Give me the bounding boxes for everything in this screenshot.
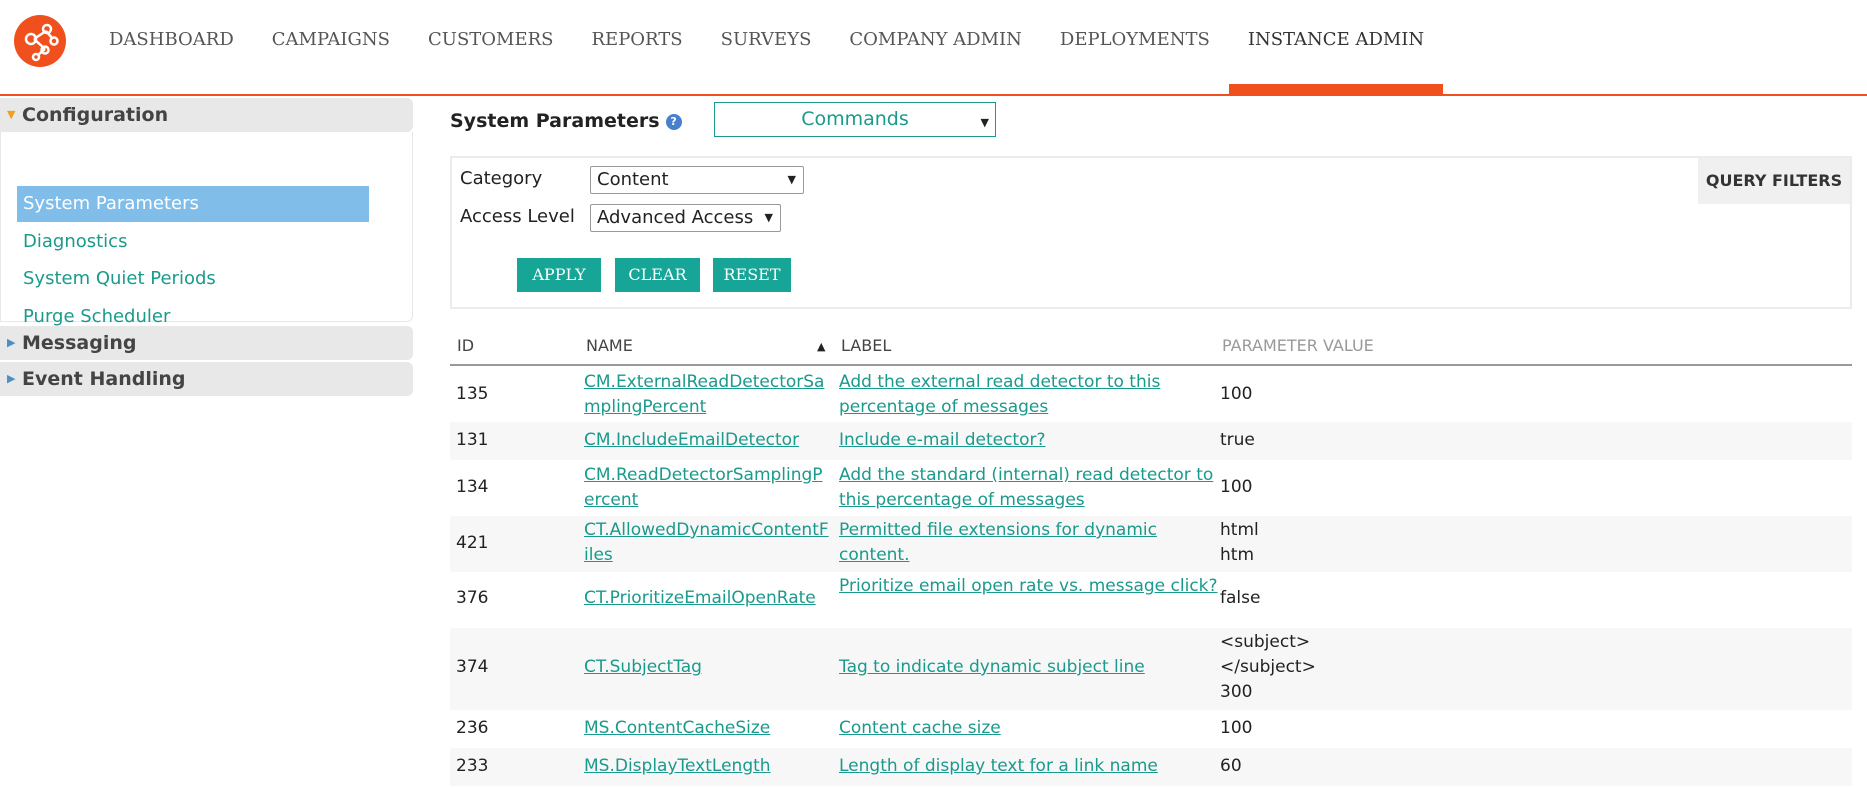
clear-button[interactable]: CLEAR: [615, 258, 700, 292]
nav-company-admin[interactable]: COMPANY ADMIN: [830, 0, 1041, 94]
row-name-link[interactable]: MS.DisplayTextLength: [584, 754, 830, 779]
row-label-link[interactable]: Permitted file extensions for dynamic co…: [839, 518, 1221, 568]
help-icon[interactable]: ?: [665, 113, 682, 130]
table-row: 131 CM.IncludeEmailDetector Include e-ma…: [450, 422, 1852, 460]
row-id: 134: [456, 477, 489, 497]
row-value: 100: [1220, 477, 1253, 497]
row-name-link[interactable]: CT.SubjectTag: [584, 655, 830, 680]
sidebar-section-event-handling[interactable]: ▶ Event Handling: [0, 362, 413, 396]
commands-dropdown[interactable]: Commands ▼: [714, 102, 996, 137]
sidebar-section-title: Messaging: [22, 332, 137, 354]
nav-instance-admin[interactable]: INSTANCE ADMIN: [1228, 0, 1444, 94]
table-row: 376 CT.PrioritizeEmailOpenRate Prioritiz…: [450, 572, 1852, 628]
row-name-link[interactable]: CT.AllowedDynamicContentFiles: [584, 518, 830, 568]
row-value: false: [1220, 588, 1261, 608]
row-value: 100: [1220, 718, 1253, 738]
query-filters-panel: QUERY FILTERS Category Content ▼ Access …: [450, 156, 1852, 309]
nav-dashboard[interactable]: DASHBOARD: [90, 0, 253, 94]
row-label-link[interactable]: Content cache size: [839, 716, 1221, 741]
top-navigation-bar: DASHBOARD CAMPAIGNS CUSTOMERS REPORTS SU…: [0, 0, 1867, 96]
table-row: 134 CM.ReadDetectorSamplingPercent Add t…: [450, 460, 1852, 516]
sidebar-item-system-quiet-periods[interactable]: System Quiet Periods: [23, 268, 216, 289]
column-header-parameter-value[interactable]: PARAMETER VALUE: [1222, 332, 1374, 360]
caret-down-icon: ▼: [980, 116, 989, 129]
row-name-link[interactable]: CT.PrioritizeEmailOpenRate: [584, 586, 830, 611]
configuration-items: System Parameters Diagnostics System Qui…: [0, 132, 413, 327]
access-level-select[interactable]: Advanced Access ▼: [590, 204, 781, 232]
table-header: ID NAME ▲ LABEL PARAMETER VALUE: [450, 332, 1852, 366]
query-filters-toggle[interactable]: QUERY FILTERS: [1698, 158, 1850, 204]
nav-campaigns[interactable]: CAMPAIGNS: [253, 0, 409, 94]
sidebar-section-messaging[interactable]: ▶ Messaging: [0, 326, 413, 360]
table-row: 135 CM.ExternalReadDetectorSamplingPerce…: [450, 368, 1852, 422]
reset-button[interactable]: RESET: [713, 258, 791, 292]
row-label-link[interactable]: Add the external read detector to this p…: [839, 370, 1221, 420]
row-id: 131: [456, 430, 489, 450]
nav-surveys[interactable]: SURVEYS: [702, 0, 831, 94]
sidebar-item-diagnostics[interactable]: Diagnostics: [23, 231, 127, 252]
row-name-link[interactable]: CM.ExternalReadDetectorSamplingPercent: [584, 370, 830, 420]
row-label-link[interactable]: Include e-mail detector?: [839, 428, 1221, 453]
row-label-link[interactable]: Tag to indicate dynamic subject line: [839, 655, 1221, 680]
table-row: 421 CT.AllowedDynamicContentFiles Permit…: [450, 516, 1852, 572]
category-label: Category: [460, 168, 543, 189]
sidebar-item-system-parameters[interactable]: System Parameters: [17, 186, 369, 222]
sort-ascending-icon[interactable]: ▲: [817, 340, 825, 353]
app-logo-icon[interactable]: [14, 15, 66, 67]
row-value: true: [1220, 430, 1255, 450]
row-id: 374: [456, 657, 489, 677]
row-id: 421: [456, 533, 489, 553]
row-name-link[interactable]: CM.ReadDetectorSamplingPercent: [584, 463, 830, 513]
category-select-value: Content: [597, 169, 669, 190]
column-header-id[interactable]: ID: [457, 332, 474, 360]
table-row: 374 CT.SubjectTag Tag to indicate dynami…: [450, 628, 1852, 710]
caret-down-icon: ▼: [764, 211, 773, 224]
sidebar-item-purge-scheduler[interactable]: Purge Scheduler: [23, 306, 170, 328]
row-id: 233: [456, 756, 489, 776]
row-label-link[interactable]: Add the standard (internal) read detecto…: [839, 463, 1221, 513]
nav-deployments[interactable]: DEPLOYMENTS: [1041, 0, 1229, 94]
table-row: 233 MS.DisplayTextLength Length of displ…: [450, 748, 1852, 786]
nav-customers[interactable]: CUSTOMERS: [409, 0, 573, 94]
row-value: 60: [1220, 756, 1242, 776]
apply-button[interactable]: APPLY: [517, 258, 601, 292]
column-header-name[interactable]: NAME: [586, 332, 633, 360]
row-id: 135: [456, 384, 489, 404]
commands-label: Commands: [801, 108, 909, 130]
triangle-right-icon: ▶: [7, 372, 16, 385]
row-name-link[interactable]: MS.ContentCacheSize: [584, 716, 830, 741]
sidebar-section-title: Event Handling: [22, 368, 186, 390]
row-name-link[interactable]: CM.IncludeEmailDetector: [584, 428, 830, 453]
triangle-down-icon: ▼: [7, 108, 16, 121]
row-value: html htm: [1220, 520, 1259, 565]
nav-reports[interactable]: REPORTS: [573, 0, 702, 94]
page-title-text: System Parameters: [450, 110, 660, 132]
sidebar: ▼ Configuration System Parameters Diagno…: [0, 98, 413, 398]
main-nav: DASHBOARD CAMPAIGNS CUSTOMERS REPORTS SU…: [90, 0, 1444, 94]
row-label-link[interactable]: Prioritize email open rate vs. message c…: [839, 574, 1221, 599]
table-row: 236 MS.ContentCacheSize Content cache si…: [450, 710, 1852, 748]
access-level-select-value: Advanced Access: [597, 207, 754, 228]
column-header-label[interactable]: LABEL: [841, 332, 891, 360]
row-value: 100: [1220, 384, 1253, 404]
access-level-label: Access Level: [460, 206, 575, 227]
triangle-right-icon: ▶: [7, 336, 16, 349]
sidebar-section-configuration[interactable]: ▼ Configuration: [0, 98, 413, 132]
page-title: System Parameters?: [450, 110, 682, 132]
row-label-link[interactable]: Length of display text for a link name: [839, 754, 1221, 779]
sidebar-section-title: Configuration: [22, 104, 169, 126]
caret-down-icon: ▼: [787, 173, 796, 186]
category-select[interactable]: Content ▼: [590, 166, 804, 194]
row-id: 376: [456, 588, 489, 608]
row-value: <subject> </subject> 300: [1220, 632, 1316, 702]
row-id: 236: [456, 718, 489, 738]
